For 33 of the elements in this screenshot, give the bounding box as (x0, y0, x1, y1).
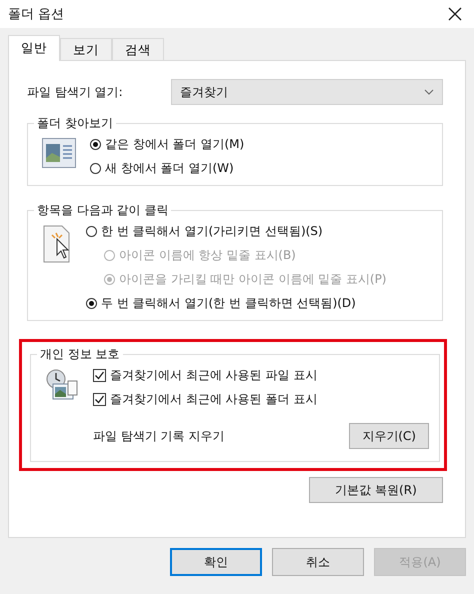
window-icon (42, 138, 76, 168)
group-title: 폴더 찾아보기 (34, 115, 116, 132)
clock-icon (45, 369, 79, 401)
checkbox-label: 즐겨찾기에서 최근에 사용된 파일 표시 (110, 367, 318, 384)
clear-history-label: 파일 탐색기 기록 지우기 (93, 428, 224, 444)
dialog-button[interactable]: 취소 (272, 548, 364, 576)
radio-label: 두 번 클릭해서 열기(한 번 클릭하면 선택됨)(D) (101, 295, 356, 312)
tab[interactable]: 보기 (60, 38, 112, 60)
chevron-down-icon[interactable] (424, 89, 434, 95)
tab[interactable]: 일반 (8, 35, 60, 61)
radio-label: 한 번 클릭해서 열기(가리키면 선택됨)(S) (101, 223, 323, 240)
checkbox[interactable] (93, 369, 106, 382)
cursor-icon (42, 225, 72, 263)
checkbox[interactable] (93, 393, 106, 406)
radio-label: 아이콘을 가리킬 때만 아이콘 이름에 밑줄 표시(P) (119, 271, 386, 288)
radio-button[interactable] (90, 163, 101, 174)
restore-defaults-button[interactable]: 기본값 복원(R) (309, 477, 443, 503)
clear-button[interactable]: 지우기(C) (349, 423, 429, 449)
dialog-button[interactable]: 확인 (170, 548, 262, 576)
radio-label: 같은 창에서 폴더 열기(M) (105, 136, 244, 153)
field-label: 파일 탐색기 열기: (27, 84, 124, 100)
dropdown[interactable]: 즐겨찾기 (171, 79, 443, 105)
window-title: 폴더 옵션 (8, 6, 64, 23)
close-icon[interactable] (448, 7, 462, 21)
group-title: 개인 정보 보호 (37, 346, 123, 363)
radio-button[interactable] (86, 226, 97, 237)
radio-label: 새 창에서 폴더 열기(W) (105, 160, 234, 177)
tab[interactable]: 검색 (112, 38, 164, 60)
radio-button[interactable] (86, 298, 97, 309)
checkbox-label: 즐겨찾기에서 최근에 사용된 폴더 표시 (110, 391, 318, 408)
radio-button[interactable] (90, 139, 101, 150)
group-title: 항목을 다음과 같이 클릭 (34, 202, 172, 219)
radio-label: 아이콘 이름에 항상 밑줄 표시(B) (119, 247, 296, 264)
